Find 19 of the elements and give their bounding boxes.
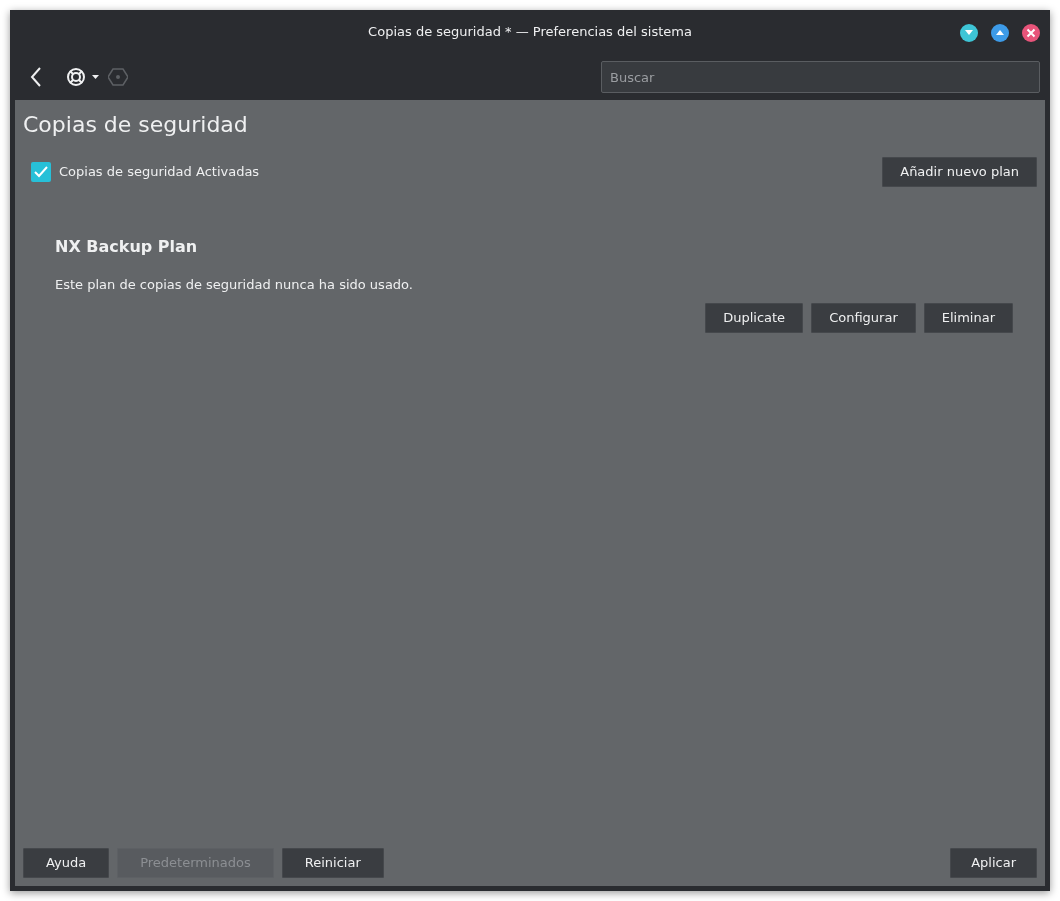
window-title: Copias de seguridad * — Preferencias del sistema xyxy=(368,23,692,42)
page-title: Copias de seguridad xyxy=(23,111,249,139)
plan-name: NX Backup Plan xyxy=(55,236,199,258)
maximize-icon[interactable] xyxy=(991,24,1009,42)
plan-action-button[interactable]: Configurar xyxy=(811,302,916,333)
plan-action-button[interactable]: Eliminar xyxy=(923,302,1013,333)
search-field[interactable]: Buscar xyxy=(601,61,1040,93)
close-icon[interactable] xyxy=(1022,24,1040,42)
help-menu-icon[interactable] xyxy=(66,67,100,87)
apply-button[interactable]: Aplicar xyxy=(950,848,1037,878)
checkbox[interactable] xyxy=(31,162,51,182)
back-icon[interactable] xyxy=(30,67,42,87)
footer-button[interactable]: Ayuda xyxy=(23,848,110,878)
add-plan-button[interactable]: Añadir nuevo plan xyxy=(882,157,1037,187)
checkbox-label: Copias de seguridad Activadas xyxy=(59,163,260,182)
plan-status: Este plan de copias de seguridad nunca ha sido usado. xyxy=(55,276,414,294)
plan-action-button[interactable]: Duplicate xyxy=(705,302,804,333)
footer-button[interactable]: Reiniciar xyxy=(281,848,384,878)
minimize-icon[interactable] xyxy=(960,24,978,42)
